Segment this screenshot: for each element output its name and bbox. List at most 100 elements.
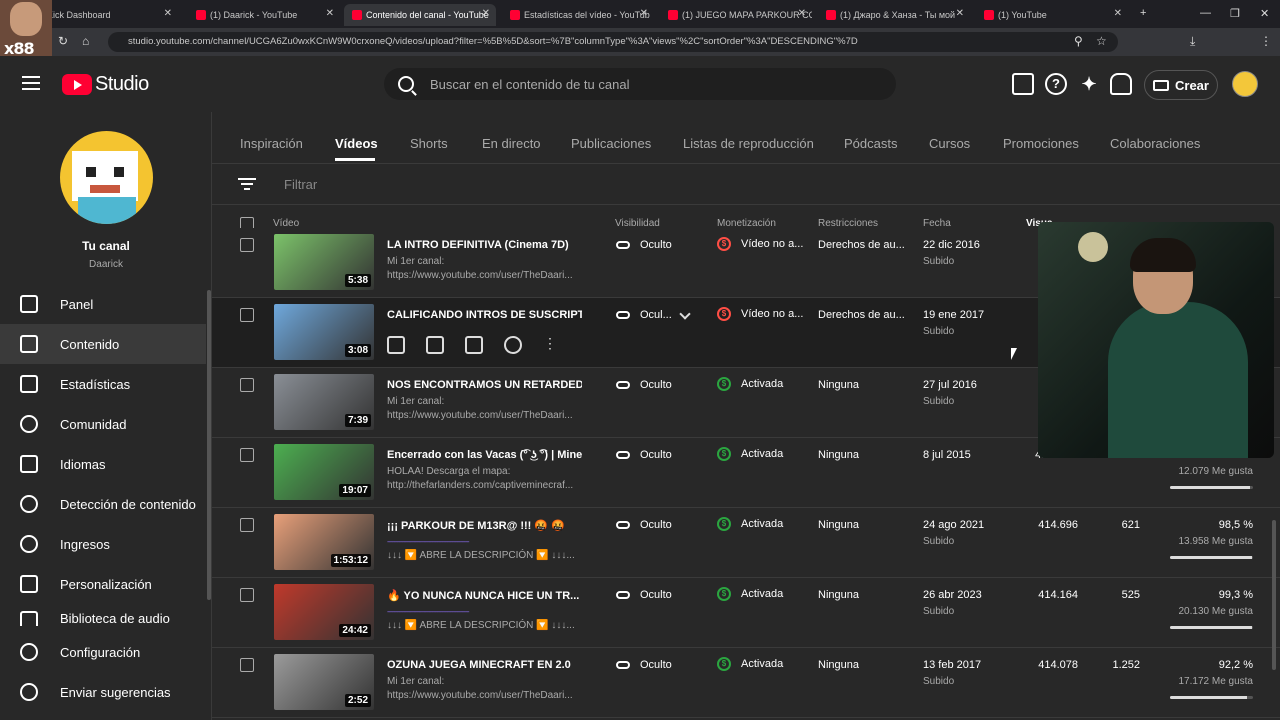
restrictions-cell[interactable]: Ninguna xyxy=(818,379,859,391)
url-field[interactable]: studio.youtube.com/channel/UCGA6Zu0wxKCn… xyxy=(108,32,1118,52)
restrictions-cell[interactable]: Ninguna xyxy=(818,659,859,671)
monetization-icon[interactable] xyxy=(504,336,522,354)
restrictions-cell[interactable]: Derechos de au... xyxy=(818,239,905,251)
restrictions-cell[interactable]: Ninguna xyxy=(818,589,859,601)
tab-v-deos[interactable]: Vídeos xyxy=(335,136,378,151)
filter-bar[interactable]: Filtrar xyxy=(212,164,1280,204)
table-row[interactable]: 1:53:12 ¡¡¡ PARKOUR DE M13R@ !!! 🤬 🤬 -----… xyxy=(212,508,1280,578)
video-thumbnail[interactable]: 24:42 xyxy=(274,584,374,640)
bookmark-star-icon[interactable]: ☆ xyxy=(1096,34,1107,48)
video-thumbnail[interactable]: 7:39 xyxy=(274,374,374,430)
menu-icon[interactable] xyxy=(22,76,40,90)
browser-menu-icon[interactable]: ⋮ xyxy=(1260,34,1272,48)
comments-icon[interactable] xyxy=(465,336,483,354)
studio-logo[interactable]: Studio xyxy=(62,73,149,96)
row-checkbox[interactable] xyxy=(240,658,254,672)
tab-colaboraciones[interactable]: Colaboraciones xyxy=(1110,136,1200,151)
close-window-icon[interactable]: ✕ xyxy=(1260,7,1269,20)
video-thumbnail[interactable]: 3:08 xyxy=(274,304,374,360)
monetization-cell[interactable]: $ Activada xyxy=(717,587,783,601)
video-thumbnail[interactable]: 5:38 xyxy=(274,234,374,290)
account-avatar[interactable] xyxy=(1232,71,1258,97)
table-row[interactable]: 2:52 OZUNA JUEGA MINECRAFT EN 2.0 Mi 1er c… xyxy=(212,648,1280,718)
video-title[interactable]: LA INTRO DEFINITIVA (Cinema 7D) xyxy=(387,239,582,251)
edit-pencil-icon[interactable] xyxy=(387,336,405,354)
tab-listas-de-reproducci-n[interactable]: Listas de reproducción xyxy=(683,136,814,151)
restrictions-cell[interactable]: Ninguna xyxy=(818,449,859,461)
visibility-cell[interactable]: Oculto xyxy=(616,239,672,251)
more-options-icon[interactable]: ⋮ xyxy=(543,336,557,354)
row-checkbox[interactable] xyxy=(240,518,254,532)
video-title[interactable]: OZUNA JUEGA MINECRAFT EN 2.0 xyxy=(387,659,582,671)
visibility-cell[interactable]: Oculto xyxy=(616,449,672,461)
browser-tab[interactable]: (1) Daarick - YouTube ✕ xyxy=(188,4,340,26)
row-checkbox[interactable] xyxy=(240,238,254,252)
visibility-dropdown-chevron-icon[interactable] xyxy=(679,308,691,320)
restrictions-cell[interactable]: Ninguna xyxy=(818,519,859,531)
close-tab-icon[interactable]: ✕ xyxy=(164,8,172,19)
sidebar-item-contenido[interactable]: Contenido xyxy=(0,324,206,364)
sidebar-scrollbar[interactable] xyxy=(207,290,211,600)
monetization-cell[interactable]: $ Activada xyxy=(717,517,783,531)
main-scrollbar[interactable] xyxy=(1272,520,1276,670)
tab-promociones[interactable]: Promociones xyxy=(1003,136,1079,151)
sidebar-item-detecci-n-de-contenido[interactable]: Detección de contenido xyxy=(0,484,206,524)
sidebar-item-enviar-sugerencias[interactable]: Enviar sugerencias xyxy=(0,672,206,712)
search-bar[interactable] xyxy=(384,68,896,100)
reload-icon[interactable]: ↻ xyxy=(58,34,68,48)
browser-tab[interactable]: Estadísticas del vídeo - YouTub ✕ xyxy=(502,4,654,26)
sidebar-item-personalizaci-n[interactable]: Personalización xyxy=(0,564,206,604)
close-tab-icon[interactable]: ✕ xyxy=(482,8,490,19)
sidebar-item-idiomas[interactable]: Idiomas xyxy=(0,444,206,484)
close-tab-icon[interactable]: ✕ xyxy=(640,8,648,19)
visibility-cell[interactable]: Oculto xyxy=(616,659,672,671)
search-input[interactable] xyxy=(430,76,870,92)
sidebar-item-panel[interactable]: Panel xyxy=(0,284,206,324)
restrictions-cell[interactable]: Derechos de au... xyxy=(818,309,905,321)
browser-tab[interactable]: (1) JUEGO MAPA PARKOUR CO ✕ xyxy=(660,4,812,26)
create-button[interactable]: Crear xyxy=(1144,70,1218,100)
close-tab-icon[interactable]: ✕ xyxy=(956,8,964,19)
sparkle-icon[interactable]: ✦ xyxy=(1078,73,1100,95)
monetization-cell[interactable]: $ Vídeo no a... xyxy=(717,237,803,251)
tab-cursos[interactable]: Cursos xyxy=(929,136,970,151)
video-title[interactable]: NOS ENCONTRAMOS UN RETARDED Y... xyxy=(387,379,582,391)
filter-icon[interactable] xyxy=(238,178,256,190)
tab-publicaciones[interactable]: Publicaciones xyxy=(571,136,651,151)
video-title[interactable]: Encerrado con las Vacas (͡° ͜ʖ ͡°) | Min… xyxy=(387,449,582,461)
browser-tab[interactable]: Contenido del canal - YouTube ✕ xyxy=(344,4,496,26)
tab-inspiraci-n[interactable]: Inspiración xyxy=(240,136,303,151)
monetization-cell[interactable]: $ Activada xyxy=(717,377,783,391)
tab-p-dcasts[interactable]: Pódcasts xyxy=(844,136,897,151)
monetization-cell[interactable]: $ Vídeo no a... xyxy=(717,307,803,321)
video-title[interactable]: CALIFICANDO INTROS DE SUSCRIPTO... xyxy=(387,309,582,321)
row-checkbox[interactable] xyxy=(240,448,254,462)
video-title[interactable]: ¡¡¡ PARKOUR DE M13R@ !!! 🤬 🤬 xyxy=(387,519,582,532)
monetization-cell[interactable]: $ Activada xyxy=(717,657,783,671)
sidebar-item-comunidad[interactable]: Comunidad xyxy=(0,404,206,444)
video-thumbnail[interactable]: 19:07 xyxy=(274,444,374,500)
visibility-cell[interactable]: Ocul... xyxy=(616,309,672,321)
sidebar-item-configuraci-n[interactable]: Configuración xyxy=(0,632,206,672)
video-thumbnail[interactable]: 2:52 xyxy=(274,654,374,710)
row-checkbox[interactable] xyxy=(240,378,254,392)
sidebar-item-ingresos[interactable]: Ingresos xyxy=(0,524,206,564)
visibility-cell[interactable]: Oculto xyxy=(616,519,672,531)
close-tab-icon[interactable]: ✕ xyxy=(798,8,806,19)
visibility-cell[interactable]: Oculto xyxy=(616,589,672,601)
close-tab-icon[interactable]: ✕ xyxy=(1114,8,1122,19)
browser-tab[interactable]: (1) Джаро & Ханза - Ты мой ✕ xyxy=(818,4,970,26)
video-title[interactable]: 🔥 YO NUNCA NUNCA HICE UN TR... xyxy=(387,589,582,602)
zoom-icon[interactable]: ⚲ xyxy=(1074,34,1083,48)
help-icon[interactable]: ? xyxy=(1045,73,1067,95)
row-checkbox[interactable] xyxy=(240,588,254,602)
download-icon[interactable]: ⤓ xyxy=(1190,34,1195,49)
sidebar-item-estad-sticas[interactable]: Estadísticas xyxy=(0,364,206,404)
channel-avatar[interactable] xyxy=(60,131,153,224)
tab-shorts[interactable]: Shorts xyxy=(410,136,448,151)
monetization-cell[interactable]: $ Activada xyxy=(717,447,783,461)
video-thumbnail[interactable]: 1:53:12 xyxy=(274,514,374,570)
messages-icon[interactable] xyxy=(1012,73,1034,95)
browser-tab[interactable]: (1) YouTube ✕ xyxy=(976,4,1128,26)
analytics-icon[interactable] xyxy=(426,336,444,354)
